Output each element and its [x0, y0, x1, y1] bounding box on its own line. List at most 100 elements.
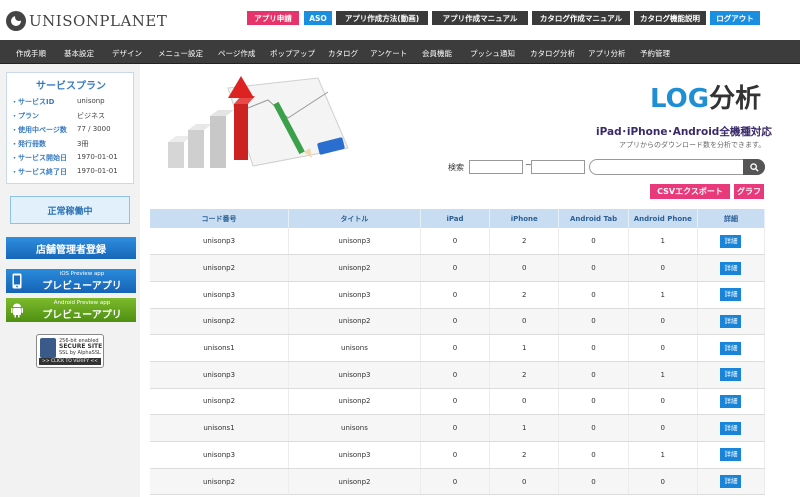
plan-label: ・サービス終了日: [11, 168, 67, 176]
search-button[interactable]: [743, 159, 765, 175]
nav-item-catalog-analytics[interactable]: カタログ分析: [530, 48, 575, 59]
date-from-input[interactable]: [469, 160, 523, 174]
cell-detail: 詳細: [697, 388, 766, 416]
detail-button[interactable]: 詳細: [720, 314, 742, 328]
nav-item-popup[interactable]: ポップアップ: [270, 48, 315, 59]
cell-android-phone: 1: [628, 281, 698, 309]
cell-title: unisonp2: [288, 388, 421, 416]
cell-android-phone: 0: [628, 388, 698, 416]
analytics-illustration: [168, 76, 349, 168]
detail-button[interactable]: 詳細: [720, 234, 742, 248]
cell-detail: 詳細: [697, 414, 766, 442]
detail-button[interactable]: 詳細: [720, 394, 742, 408]
nav-item-setup-steps[interactable]: 作成手順: [16, 48, 46, 59]
plan-row: ・プラン ビジネス: [11, 111, 105, 121]
planet-logo-icon: [6, 11, 26, 31]
page-title: LOG分析: [650, 78, 761, 115]
cell-detail: 詳細: [697, 361, 766, 389]
nav-item-member[interactable]: 会員機能: [422, 48, 452, 59]
csv-export-button[interactable]: CSVエクスポート: [650, 184, 730, 199]
cell-title: unisons: [288, 334, 421, 362]
nav-item-page-creation[interactable]: ページ作成: [218, 48, 255, 59]
app-video-guide-button[interactable]: アプリ作成方法(動画): [336, 11, 428, 25]
table-row: unisonp3 unisonp3 0 2 0 1 詳細: [150, 281, 766, 309]
nav-item-catalog[interactable]: カタログ: [328, 48, 358, 59]
cell-ipad: 0: [420, 228, 491, 256]
cell-iphone: 0: [489, 308, 560, 336]
column-header-code[interactable]: コード番号: [150, 209, 290, 228]
aso-button[interactable]: ASO: [304, 11, 332, 25]
detail-button[interactable]: 詳細: [720, 421, 742, 435]
table-row: unisons1 unisons 0 1 0 0 詳細: [150, 414, 766, 442]
cell-title: unisonp3: [288, 228, 421, 256]
table-row: unisons1 unisons 0 1 0 0 詳細: [150, 334, 766, 362]
table-header-row: コード番号 タイトル iPad iPhone Android Tab Andro…: [150, 209, 766, 228]
detail-button[interactable]: 詳細: [720, 368, 742, 382]
date-to-input[interactable]: [531, 160, 585, 174]
plan-value: 77 / 3000: [77, 125, 111, 133]
nav-item-reservations[interactable]: 予約管理: [640, 48, 670, 59]
ssl-secure-badge[interactable]: 256-bit enabled SECURE SITE SSL by Alpha…: [36, 334, 104, 368]
logout-button[interactable]: ログアウト: [710, 11, 760, 25]
plan-label: ・プラン: [11, 112, 39, 120]
detail-button[interactable]: 詳細: [720, 261, 742, 275]
cell-detail: 詳細: [697, 281, 766, 309]
plan-row: ・発行冊数 3冊: [11, 139, 88, 149]
nav-item-push[interactable]: プッシュ通知: [470, 48, 515, 59]
cell-android-tab: 0: [558, 468, 629, 496]
store-admin-register-button[interactable]: 店舗管理者登録: [6, 237, 136, 259]
cell-iphone: 2: [489, 441, 560, 469]
catalog-manual-button[interactable]: カタログ作成マニュアル: [532, 11, 630, 25]
cell-title: unisonp2: [288, 468, 421, 496]
ios-preview-app-button[interactable]: iOS Preview app プレビューアプリ: [6, 269, 136, 293]
cell-code: unisonp3: [150, 281, 290, 309]
cell-android-tab: 0: [558, 281, 629, 309]
detail-button[interactable]: 詳細: [720, 341, 742, 355]
column-header-android-tab[interactable]: Android Tab: [558, 209, 629, 228]
plan-row: ・サービスID unisonp: [11, 97, 105, 107]
app-manual-button[interactable]: アプリ作成マニュアル: [432, 11, 528, 25]
brand-logo[interactable]: UNISONPLANET: [6, 10, 167, 32]
column-header-title[interactable]: タイトル: [288, 209, 421, 228]
detail-button[interactable]: 詳細: [720, 288, 742, 302]
column-header-ipad[interactable]: iPad: [420, 209, 491, 228]
nav-item-design[interactable]: デザイン: [112, 48, 142, 59]
cell-code: unisonp3: [150, 441, 290, 469]
column-header-iphone[interactable]: iPhone: [489, 209, 560, 228]
cell-iphone: 2: [489, 281, 560, 309]
cell-iphone: 0: [489, 254, 560, 282]
cell-android-phone: 0: [628, 254, 698, 282]
nav-item-menu-settings[interactable]: メニュー設定: [158, 48, 203, 59]
nav-item-app-analytics[interactable]: アプリ分析: [588, 48, 626, 59]
cell-detail: 詳細: [697, 254, 766, 282]
cell-android-tab: 0: [558, 414, 629, 442]
cell-android-tab: 0: [558, 228, 629, 256]
graph-button[interactable]: グラフ: [734, 184, 764, 199]
main-nav: 作成手順 基本設定 デザイン メニュー設定 ページ作成 ポップアップ カタログ …: [0, 40, 800, 64]
cell-detail: 詳細: [697, 334, 766, 362]
catalog-features-button[interactable]: カタログ機能説明: [634, 11, 706, 25]
column-header-android-phone[interactable]: Android Phone: [628, 209, 698, 228]
detail-button[interactable]: 詳細: [720, 475, 742, 489]
cell-android-phone: 1: [628, 361, 698, 389]
cell-android-tab: 0: [558, 441, 629, 469]
table-row: unisonp2 unisonp2 0 0 0 0 詳細: [150, 388, 766, 416]
cell-code: unisonp2: [150, 308, 290, 336]
brand-name: UNISONPLANET: [29, 12, 168, 30]
cell-detail: 詳細: [697, 441, 766, 469]
cell-ipad: 0: [420, 308, 491, 336]
app-apply-button[interactable]: アプリ申請: [247, 11, 299, 25]
nav-item-survey[interactable]: アンケート: [370, 48, 407, 59]
nav-item-basic-settings[interactable]: 基本設定: [64, 48, 94, 59]
service-plan-panel: サービスプラン ・サービスID unisonp ・プラン ビジネス ・使用中ペー…: [6, 72, 134, 184]
plan-row: ・サービス終了日 1970-01-01: [11, 167, 118, 177]
detail-button[interactable]: 詳細: [720, 448, 742, 462]
smartphone-icon: [6, 269, 28, 293]
status-badge: 正常稼働中: [10, 196, 130, 224]
ssl-verify-link[interactable]: >> CLICK TO VERIFY <<: [39, 358, 101, 365]
keyword-search-input[interactable]: [589, 159, 765, 175]
table-row: unisonp3 unisonp3 0 2 0 1 詳細: [150, 441, 766, 469]
cell-iphone: 1: [489, 414, 560, 442]
cell-code: unisonp2: [150, 468, 290, 496]
android-preview-app-button[interactable]: Android Preview app プレビューアプリ: [6, 298, 136, 322]
